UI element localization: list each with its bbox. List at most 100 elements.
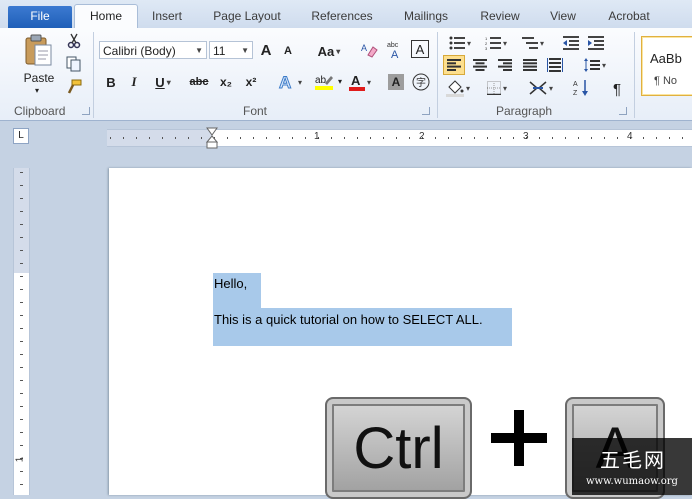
change-case-button[interactable]: Aa ▾: [316, 41, 342, 61]
tab-insert[interactable]: Insert: [145, 6, 189, 26]
document-line[interactable]: This is a quick tutorial on how to SELEC…: [214, 312, 483, 327]
ruler-tick: [20, 341, 23, 342]
decrease-indent-button[interactable]: [561, 34, 581, 52]
ruler-tick: [279, 137, 280, 139]
enclose-characters-icon: 字: [412, 73, 430, 91]
distributed-button[interactable]: [545, 56, 565, 74]
superscript-button[interactable]: x²: [241, 72, 261, 92]
font-dialog-launcher[interactable]: [422, 107, 430, 115]
italic-button[interactable]: I: [125, 72, 143, 92]
ruler-tick: [20, 302, 23, 303]
ruler-tick: [552, 137, 553, 139]
tab-view[interactable]: View: [543, 6, 583, 26]
clear-formatting-button[interactable]: A: [358, 40, 380, 60]
enclose-characters-button[interactable]: 字: [411, 72, 431, 92]
svg-text:abc: abc: [387, 42, 399, 49]
indent-marker-handle[interactable]: [205, 127, 219, 149]
paragraph-dialog-launcher[interactable]: [619, 107, 627, 115]
ruler-number: 3: [523, 131, 529, 142]
paste-icon: [25, 34, 52, 66]
style-normal-tile[interactable]: AaBb ¶ No: [641, 36, 692, 96]
document-line[interactable]: Hello,: [214, 276, 247, 291]
borders-button[interactable]: ▾: [482, 79, 512, 97]
svg-text:A: A: [573, 81, 578, 88]
align-left-icon: [447, 59, 461, 71]
ruler-tick: [110, 137, 111, 139]
ruler-tick: [20, 263, 23, 264]
horizontal-ruler[interactable]: 1 2 3 4: [107, 129, 692, 147]
shading-button[interactable]: ▾: [444, 79, 472, 97]
format-painter-button[interactable]: [64, 78, 84, 96]
clipboard-group-label: Clipboard: [14, 104, 66, 118]
text-effects-button[interactable]: A ▾: [276, 71, 304, 93]
clipboard-dialog-launcher[interactable]: [82, 107, 90, 115]
line-spacing-button[interactable]: ▾: [581, 56, 609, 74]
asian-layout-button[interactable]: ▾: [526, 79, 556, 97]
phonetic-guide-icon: abcA: [387, 42, 399, 60]
svg-text:Z: Z: [573, 90, 578, 97]
style-sample-text: AaBb: [650, 51, 682, 66]
svg-text:ab: ab: [315, 75, 327, 86]
strikethrough-button[interactable]: abc: [188, 72, 210, 92]
distributed-icon: [547, 58, 563, 72]
show-formatting-marks-button[interactable]: ¶: [608, 79, 626, 99]
font-size-combo[interactable]: 11 ▼: [209, 41, 253, 59]
ruler-tick: [20, 445, 23, 446]
tab-mailings[interactable]: Mailings: [396, 6, 456, 26]
font-color-icon: A: [348, 73, 365, 91]
copy-button[interactable]: [64, 55, 84, 73]
phonetic-guide-button[interactable]: abc A: [385, 40, 405, 60]
highlight-dropdown-arrow[interactable]: ▾: [336, 74, 344, 88]
tab-acrobat[interactable]: Acrobat: [600, 6, 658, 26]
align-right-button[interactable]: [495, 56, 515, 74]
subscript-button[interactable]: x₂: [216, 72, 236, 92]
ruler-tick: [20, 354, 23, 355]
bullets-icon: [449, 36, 465, 50]
multilevel-list-button[interactable]: ▾: [518, 34, 548, 52]
align-right-icon: [498, 59, 512, 71]
tab-review[interactable]: Review: [474, 6, 526, 26]
paragraph-group-label: Paragraph: [496, 104, 553, 118]
ruler-tick: [20, 185, 23, 186]
justify-button[interactable]: [520, 56, 540, 74]
numbering-button[interactable]: 1 2 3 ▾: [481, 34, 511, 52]
increase-indent-button[interactable]: [586, 34, 606, 52]
tab-home[interactable]: Home: [74, 4, 138, 30]
paint-bucket-icon: [445, 80, 464, 97]
watermark-url: www.wumaow.org: [586, 476, 678, 487]
svg-text:字: 字: [416, 76, 426, 89]
ruler-tick: [617, 137, 618, 139]
font-group-label: Font: [243, 104, 268, 118]
chevron-down-icon: ▾: [166, 77, 171, 87]
ruler-tick: [643, 137, 644, 139]
grow-font-button[interactable]: A: [257, 40, 275, 60]
vertical-ruler[interactable]: 1: [13, 168, 30, 495]
tab-references[interactable]: References: [303, 6, 381, 26]
shrink-font-button[interactable]: A: [280, 42, 296, 60]
divider: [634, 32, 635, 118]
hourglass-indent-icon: [205, 127, 219, 149]
tab-file[interactable]: File: [8, 6, 72, 28]
ruler-tick: [20, 484, 23, 485]
paste-dropdown-arrow[interactable]: ▾: [31, 85, 43, 95]
ruler-tick: [20, 328, 23, 329]
cut-button[interactable]: [64, 32, 84, 50]
ruler-tick: [123, 137, 124, 139]
text-effects-icon: A: [278, 73, 291, 91]
bullets-button[interactable]: ▾: [445, 34, 475, 52]
bold-button[interactable]: B: [102, 72, 120, 92]
plus-icon: [491, 410, 547, 466]
paste-label[interactable]: Paste: [20, 71, 58, 85]
sort-button[interactable]: AZ: [572, 79, 592, 97]
font-color-button[interactable]: A ▾: [348, 71, 372, 93]
tab-page-layout[interactable]: Page Layout: [206, 6, 288, 26]
align-center-button[interactable]: [470, 56, 490, 74]
paste-button[interactable]: [20, 32, 56, 70]
underline-button[interactable]: U ▾: [150, 72, 176, 92]
tab-selector-button[interactable]: L: [13, 128, 29, 144]
ruler-tick: [409, 137, 410, 139]
character-border-button[interactable]: A: [411, 40, 429, 58]
character-shading-button[interactable]: A: [388, 74, 404, 90]
align-left-button[interactable]: [443, 55, 465, 75]
font-name-combo[interactable]: Calibri (Body) ▼: [99, 41, 207, 59]
